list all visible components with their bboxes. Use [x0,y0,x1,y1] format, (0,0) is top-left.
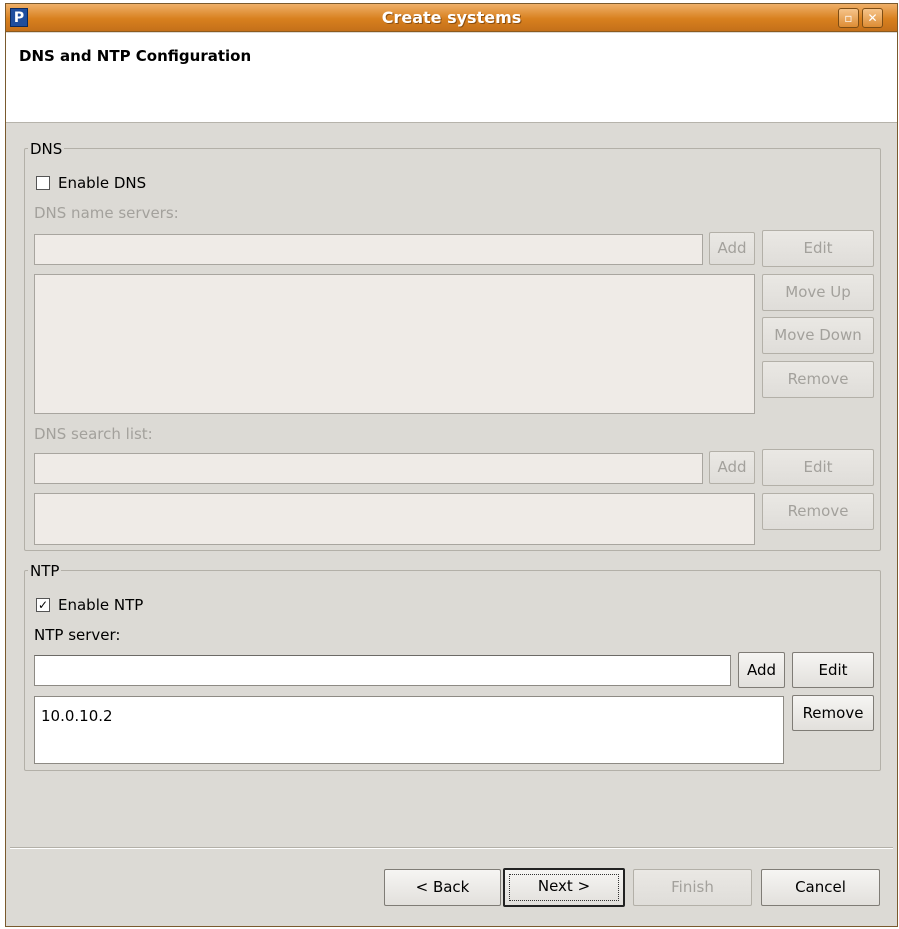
ntp-add-button[interactable]: Add [738,652,785,688]
dns-search-add-button[interactable]: Add [709,451,755,484]
ntp-edit-button[interactable]: Edit [792,652,874,688]
ntp-server-input[interactable] [34,655,731,686]
ntp-remove-button[interactable]: Remove [792,695,874,731]
ntp-group: NTP ✓ Enable NTP NTP server: Add Edit 10… [24,562,881,771]
dns-add-button[interactable]: Add [709,232,755,265]
enable-dns-checkbox-box[interactable] [36,176,50,190]
maximize-button[interactable]: ▫ [838,8,859,28]
close-icon: ✕ [867,11,878,25]
next-button[interactable]: Next > [503,868,625,907]
dns-remove-button[interactable]: Remove [762,361,874,398]
dns-search-list-label: DNS search list: [34,425,153,443]
dns-edit-button[interactable]: Edit [762,230,874,267]
title-bar[interactable]: P Create systems ▫ ✕ [6,4,897,32]
enable-dns-checkbox[interactable]: Enable DNS [36,174,146,192]
list-item[interactable]: 10.0.10.2 [41,707,777,725]
create-systems-dialog: P Create systems ▫ ✕ DNS and NTP Configu… [5,3,898,927]
close-button[interactable]: ✕ [862,8,883,28]
enable-ntp-checkbox-box[interactable]: ✓ [36,598,50,612]
cancel-button[interactable]: Cancel [761,869,880,906]
ntp-group-label: NTP [28,562,62,580]
maximize-icon: ▫ [844,11,853,25]
dns-group: DNS Enable DNS DNS name servers: Add Edi… [24,140,881,551]
ntp-server-label: NTP server: [34,626,121,644]
footer-separator [10,847,893,849]
dns-group-label: DNS [28,140,65,158]
dns-search-list[interactable] [34,493,755,545]
page-title: DNS and NTP Configuration [19,47,252,65]
dns-name-server-input[interactable] [34,234,703,265]
dns-name-servers-label: DNS name servers: [34,204,179,222]
dns-move-down-button[interactable]: Move Down [762,317,874,354]
next-button-label: Next > [509,874,619,901]
enable-dns-label: Enable DNS [58,174,147,192]
dns-move-up-button[interactable]: Move Up [762,274,874,311]
window-title: Create systems [381,8,522,27]
dns-search-input[interactable] [34,453,703,484]
finish-button[interactable]: Finish [633,869,752,906]
dns-name-servers-list[interactable] [34,274,755,414]
dns-search-remove-button[interactable]: Remove [762,493,874,530]
ntp-server-list[interactable]: 10.0.10.2 [34,696,784,764]
back-button[interactable]: < Back [384,869,501,906]
wizard-header: DNS and NTP Configuration [6,33,897,123]
enable-ntp-label: Enable NTP [58,596,144,614]
enable-ntp-checkbox[interactable]: ✓ Enable NTP [36,596,143,614]
checkmark-icon: ✓ [37,598,49,612]
dns-search-edit-button[interactable]: Edit [762,449,874,486]
